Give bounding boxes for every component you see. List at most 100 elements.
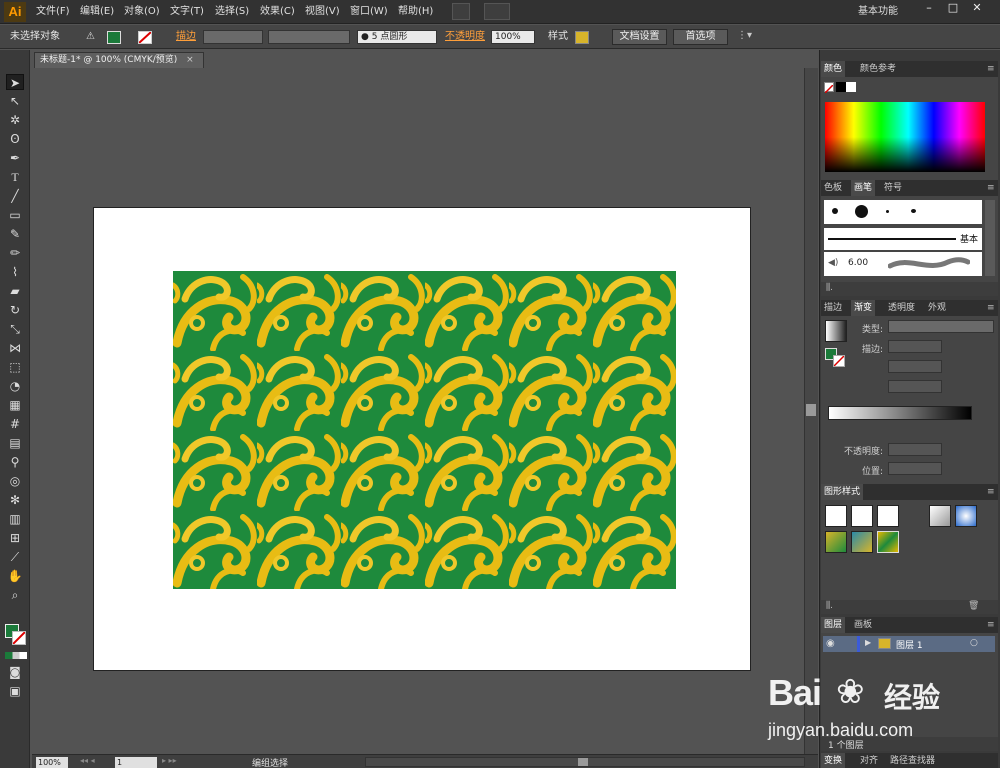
hand-tool-icon[interactable]: ✋ (6, 568, 24, 584)
graphic-style-swatch[interactable] (575, 31, 589, 44)
paintbrush-tool-icon[interactable]: ✎ (6, 226, 24, 242)
close-tab-icon[interactable]: × (186, 55, 194, 65)
graphic-style-blue-glow[interactable] (955, 505, 977, 527)
rotate-tool-icon[interactable]: ↻ (6, 302, 24, 318)
document-setup-button[interactable]: 文档设置 (612, 29, 667, 45)
graphic-style-pattern-2[interactable] (851, 531, 873, 553)
minimize-button[interactable]: – (918, 0, 940, 16)
scale-tool-icon[interactable]: ⤡ (6, 321, 24, 337)
lasso-tool-icon[interactable]: ʘ (6, 131, 24, 147)
eraser-tool-icon[interactable]: ▰ (6, 283, 24, 299)
rectangle-tool-icon[interactable]: ▭ (6, 207, 24, 223)
arrange-documents-button[interactable] (484, 3, 510, 20)
gradient-thumbnail[interactable] (825, 320, 847, 342)
tab-appearance[interactable]: 外观 (925, 300, 949, 316)
menu-help[interactable]: 帮助(H) (398, 4, 433, 20)
width-tool-icon[interactable]: ⋈ (6, 340, 24, 356)
brush-tip-oval[interactable] (911, 209, 916, 213)
gradient-opacity-field[interactable] (888, 443, 942, 456)
perspective-grid-tool-icon[interactable]: ▦ (6, 397, 24, 413)
gradient-type-select[interactable] (888, 320, 994, 333)
type-tool-icon[interactable]: T (6, 169, 24, 185)
menu-edit[interactable]: 编辑(E) (80, 4, 114, 20)
blob-brush-tool-icon[interactable]: ⌇ (6, 264, 24, 280)
graphic-style-library-icon[interactable]: ⫼. (826, 601, 833, 611)
stroke-weight-field[interactable] (203, 30, 263, 44)
menu-effect[interactable]: 效果(C) (260, 4, 295, 20)
gradient-stroke-options[interactable] (888, 340, 942, 353)
tab-gradient[interactable]: 渐变 (851, 300, 876, 316)
tab-symbols[interactable]: 符号 (881, 180, 905, 196)
stroke-color-icon[interactable] (12, 631, 26, 645)
tab-artboards[interactable]: 画板 (851, 617, 875, 633)
color-mode-icon[interactable] (5, 652, 27, 659)
page-next-last-icon[interactable]: ▸ ▸▸ (162, 756, 192, 767)
expand-layer-icon[interactable]: ▶ (865, 638, 871, 647)
brush-definition[interactable]: ● 5 点圆形 (357, 30, 437, 44)
mesh-tool-icon[interactable]: # (6, 416, 24, 432)
zoom-field[interactable]: 100% (36, 757, 68, 768)
opacity-field[interactable]: 100% (491, 30, 535, 44)
zoom-tool-icon[interactable]: ⌕ (6, 587, 24, 603)
vertical-scroll-thumb[interactable] (806, 404, 816, 416)
white-swatch[interactable] (846, 82, 856, 92)
blend-tool-icon[interactable]: ◎ (6, 473, 24, 489)
preferences-button[interactable]: 首选项 (673, 29, 728, 45)
page-first-prev-icon[interactable]: ◂◂ ◂ (80, 756, 110, 767)
page-field[interactable]: 1 (115, 757, 157, 768)
panel-menu-icon[interactable]: ≡ (987, 64, 995, 74)
tab-color[interactable]: 颜色 (821, 61, 846, 77)
graphic-style-white[interactable] (877, 505, 899, 527)
bridge-button[interactable] (452, 3, 470, 20)
artboard-tool-icon[interactable]: ⊞ (6, 530, 24, 546)
panel-menu-icon[interactable]: ≡ (987, 620, 995, 630)
eyedropper-tool-icon[interactable]: ⚲ (6, 454, 24, 470)
black-swatch[interactable] (836, 82, 846, 92)
tab-layers[interactable]: 图层 (821, 617, 846, 633)
brush-library-icon[interactable]: ⫼. (826, 283, 833, 293)
graphic-style-pattern-3[interactable] (877, 531, 899, 553)
menu-object[interactable]: 对象(O) (124, 4, 160, 20)
magic-wand-tool-icon[interactable]: ✲ (6, 112, 24, 128)
document-tab[interactable]: 未标题-1* @ 100% (CMYK/预览) × (34, 52, 204, 68)
gradient-stroke-icon[interactable] (833, 355, 845, 367)
panel-menu-icon[interactable]: ≡ (987, 183, 995, 193)
gradient-position-field[interactable] (888, 462, 942, 475)
gradient-slider[interactable] (828, 406, 972, 420)
column-graph-tool-icon[interactable]: ▥ (6, 511, 24, 527)
opacity-label[interactable]: 不透明度 (445, 30, 485, 44)
stroke-label[interactable]: 描边 (176, 30, 196, 44)
fill-swatch[interactable] (107, 31, 121, 44)
graphic-style-pattern-1[interactable] (825, 531, 847, 553)
menu-window[interactable]: 窗口(W) (350, 4, 388, 20)
tab-swatches[interactable]: 色板 (821, 180, 845, 196)
pen-tool-icon[interactable]: ✒ (6, 150, 24, 166)
tab-align[interactable]: 对齐 (857, 753, 881, 768)
maximize-button[interactable]: □ (942, 0, 964, 16)
brush-tip-small[interactable] (832, 208, 838, 214)
tab-graphic-styles[interactable]: 图形样式 (821, 484, 864, 500)
symbol-sprayer-tool-icon[interactable]: ✻ (6, 492, 24, 508)
none-color-icon[interactable] (824, 82, 834, 94)
shape-builder-tool-icon[interactable]: ◔ (6, 378, 24, 394)
pencil-tool-icon[interactable]: ✏ (6, 245, 24, 261)
menu-select[interactable]: 选择(S) (215, 4, 249, 20)
swirl-pattern-artwork[interactable] (173, 271, 676, 589)
layer-target-icon[interactable]: ○ (970, 638, 978, 648)
brush-tip-large[interactable] (855, 205, 868, 218)
drawing-mode-icon[interactable]: ◙ (6, 664, 24, 680)
graphic-style-shadow[interactable] (929, 505, 951, 527)
graphic-style-no-stroke[interactable] (851, 505, 873, 527)
line-tool-icon[interactable]: ╱ (6, 188, 24, 204)
tab-stroke[interactable]: 描边 (821, 300, 845, 316)
layer-name[interactable]: 图层 1 (896, 638, 923, 651)
workspace-switcher[interactable]: 基本功能 (858, 4, 898, 20)
delete-style-icon[interactable]: 🗑 (968, 601, 979, 611)
color-spectrum[interactable] (825, 102, 985, 172)
panel-menu-icon[interactable]: ≡ (987, 303, 995, 313)
tab-transparency[interactable]: 透明度 (885, 300, 918, 316)
screen-mode-icon[interactable]: ▣ (6, 683, 24, 699)
panel-menu-icon[interactable]: ≡ (987, 487, 995, 497)
brush-tip-tiny[interactable] (886, 210, 889, 213)
menu-type[interactable]: 文字(T) (170, 4, 204, 20)
